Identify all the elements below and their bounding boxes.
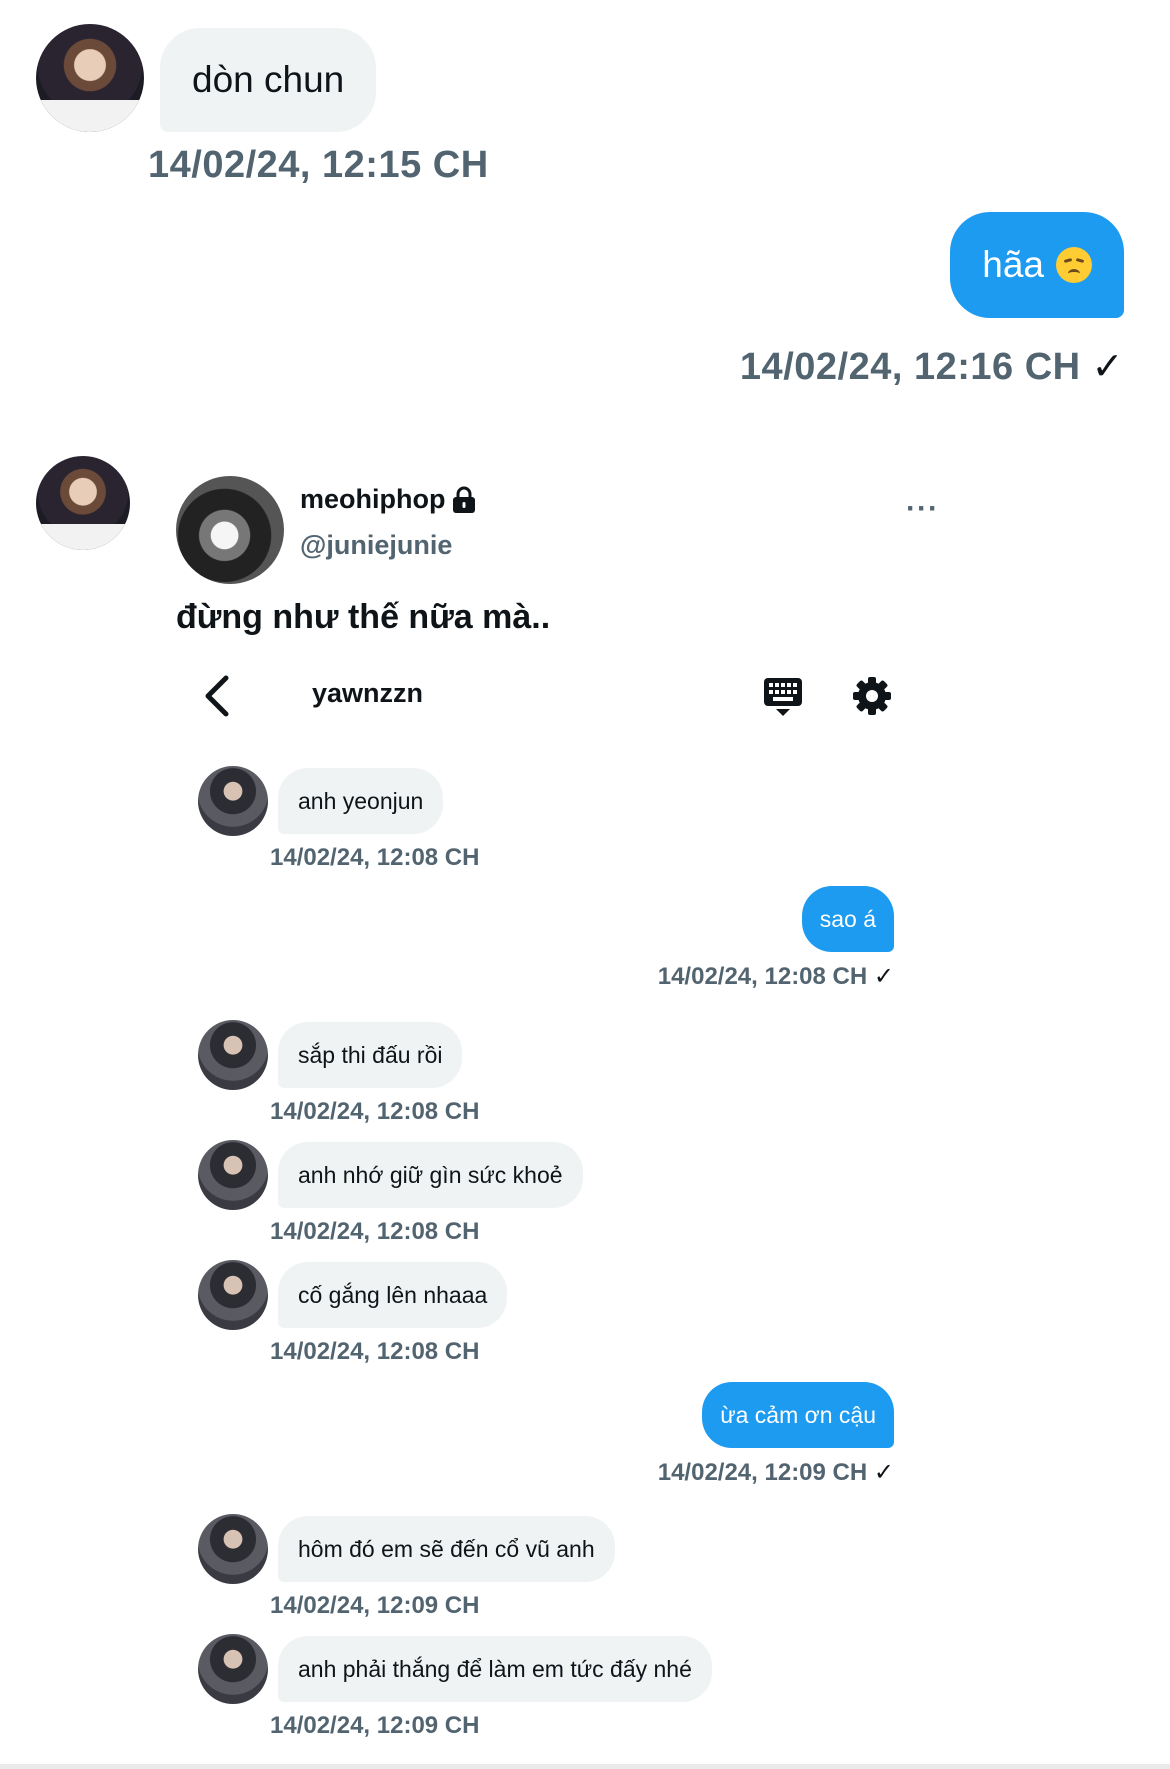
chevron-left-icon[interactable] [200, 674, 232, 718]
message-timestamp-row: 14/02/24, 12:09 CH ✓ [658, 1458, 894, 1487]
message-timestamp-row: 14/02/24, 12:16 CH ✓ [740, 344, 1124, 389]
message-bubble-incoming[interactable]: cố gắng lên nhaaa [278, 1262, 508, 1328]
message-bubble-incoming[interactable]: dòn chun [160, 28, 377, 132]
tweet-author-row: meohiphop [300, 484, 477, 515]
sender-avatar[interactable] [198, 1140, 268, 1210]
message-text: hãa [982, 244, 1044, 285]
message-timestamp: 14/02/24, 12:08 CH [657, 963, 868, 990]
disappointed-face-emoji [1056, 247, 1092, 283]
message-bubble-incoming[interactable]: anh yeonjun [278, 768, 444, 834]
message-timestamp-row: 14/02/24, 12:08 CH ✓ [658, 962, 894, 991]
message-timestamp: 14/02/24, 12:08 CH [270, 844, 480, 871]
bottom-divider [0, 1764, 1170, 1769]
sender-avatar[interactable] [198, 766, 268, 836]
message-timestamp: 14/02/24, 12:16 CH [739, 346, 1081, 388]
tweet-author-avatar[interactable] [176, 476, 284, 584]
message-bubble-outgoing[interactable]: sao á [801, 886, 894, 952]
message-text: ừa cảm ơn cậu [720, 1401, 876, 1428]
message-bubble-incoming[interactable]: hôm đó em sẽ đến cổ vũ anh [278, 1516, 615, 1582]
sender-avatar[interactable] [198, 1260, 268, 1330]
message-text: sắp thi đấu rồi [298, 1041, 443, 1068]
tweet-author-name[interactable]: meohiphop [300, 484, 445, 515]
message-text: sao á [819, 905, 876, 932]
tweet-text: đừng như thế nữa mà.. [176, 598, 551, 636]
dm-title: yawnzzn [312, 678, 424, 708]
message-text: anh nhớ giữ gìn sức khoẻ [298, 1161, 563, 1188]
message-timestamp: 14/02/24, 12:08 CH [270, 1218, 480, 1245]
message-text: dòn chun [192, 59, 345, 100]
sender-avatar[interactable] [198, 1634, 268, 1704]
message-timestamp: 14/02/24, 12:08 CH [270, 1098, 480, 1125]
message-text: hôm đó em sẽ đến cổ vũ anh [298, 1535, 595, 1562]
message-text: cố gắng lên nhaaa [298, 1281, 488, 1308]
gear-icon[interactable] [852, 676, 892, 716]
sender-avatar[interactable] [198, 1514, 268, 1584]
sent-check-icon: ✓ [873, 963, 894, 990]
lock-icon [453, 486, 476, 513]
message-bubble-outgoing[interactable]: hãa [950, 212, 1124, 318]
message-timestamp: 14/02/24, 12:09 CH [657, 1459, 868, 1486]
message-bubble-incoming[interactable]: sắp thi đấu rồi [278, 1022, 463, 1088]
message-timestamp: 14/02/24, 12:15 CH [148, 144, 489, 186]
contact-avatar[interactable] [36, 24, 144, 132]
message-timestamp: 14/02/24, 12:09 CH [270, 1712, 480, 1739]
sent-check-icon: ✓ [1091, 346, 1124, 388]
keyboard-icon[interactable] [762, 676, 804, 718]
message-text: anh phải thắng để làm em tức đấy nhé [298, 1655, 692, 1682]
contact-avatar[interactable] [36, 456, 130, 550]
tweet-author-handle[interactable]: @juniejunie [300, 530, 452, 561]
message-timestamp: 14/02/24, 12:09 CH [270, 1592, 480, 1619]
message-bubble-incoming[interactable]: anh nhớ giữ gìn sức khoẻ [278, 1142, 583, 1208]
message-text: anh yeonjun [298, 787, 424, 814]
message-timestamp: 14/02/24, 12:08 CH [270, 1338, 480, 1365]
message-bubble-incoming[interactable]: anh phải thắng để làm em tức đấy nhé [278, 1636, 712, 1702]
more-options-icon[interactable]: ··· [906, 492, 939, 526]
sender-avatar[interactable] [198, 1020, 268, 1090]
message-bubble-outgoing[interactable]: ừa cảm ơn cậu [702, 1382, 894, 1448]
sent-check-icon: ✓ [873, 1459, 894, 1486]
